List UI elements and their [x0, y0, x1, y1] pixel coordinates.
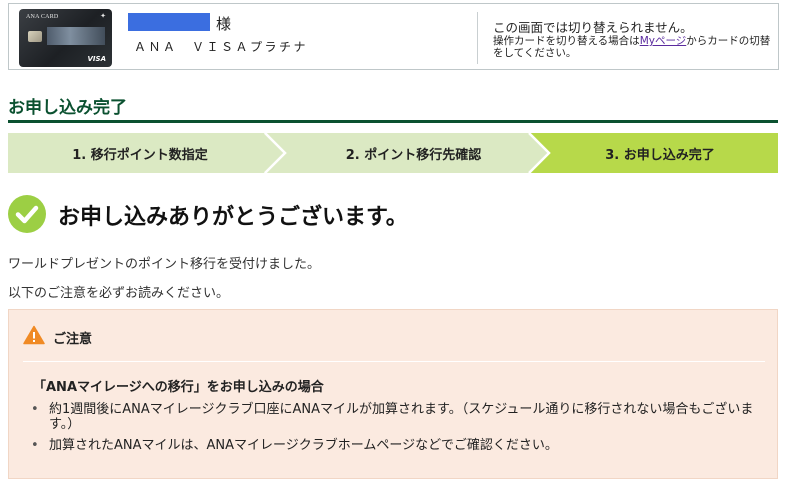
- card-network-logo: VISA: [87, 55, 106, 63]
- step-2: 2. ポイント移行先確認: [266, 133, 549, 173]
- cardholder-honorific: 様: [216, 15, 232, 33]
- card-switch-instructions: 操作カードを切り替える場合はMyページからカードの切替をしてください。: [493, 35, 778, 59]
- card-brand-text: ANA CARD: [26, 14, 59, 20]
- caution-title: ご注意: [53, 332, 93, 347]
- list-item: 約1週間後にANAマイレージクラブ口座にANAマイルが加算されます。（スケジュー…: [23, 402, 763, 432]
- credit-card-image: ANA CARD ✦ VISA: [19, 9, 112, 67]
- warning-triangle-icon: [23, 325, 45, 345]
- step-3-current: 3. お申し込み完了: [530, 133, 778, 173]
- title-underline: [8, 120, 778, 123]
- card-chip: [28, 31, 42, 42]
- progress-steps: 1. 移行ポイント数指定 2. ポイント移行先確認 3. お申し込み完了: [8, 133, 778, 173]
- mypage-link[interactable]: Myページ: [640, 35, 687, 47]
- step-2-label: 2. ポイント移行先確認: [345, 147, 482, 163]
- completion-message: ワールドプレゼントのポイント移行を受付けました。: [8, 257, 321, 272]
- caution-box: ご注意 「ANAマイレージへの移行」をお申し込みの場合 約1週間後にANAマイレ…: [8, 309, 778, 479]
- page-title: お申し込み完了: [8, 98, 127, 118]
- cardholder-name-redacted: [128, 13, 210, 31]
- caution-divider: [23, 361, 765, 362]
- panel-divider: [477, 12, 478, 64]
- completion-heading: お申し込みありがとうございます。: [58, 205, 408, 230]
- card-info-panel: ANA CARD ✦ VISA 様 ＡＮＡ ＶＩＳＡプラチナ この画面では切り替…: [8, 3, 779, 70]
- read-notice-message: 以下のご注意を必ずお読みください。: [8, 286, 230, 301]
- step-separator-chevron: [264, 133, 287, 173]
- card-hologram: [47, 27, 105, 45]
- step-3-label: 3. お申し込み完了: [605, 147, 715, 163]
- check-circle-icon: [8, 195, 46, 233]
- list-item: 加算されたANAマイルは、ANAマイレージクラブホームページなどでご確認ください…: [23, 438, 763, 453]
- card-product-name: ＡＮＡ ＶＩＳＡプラチナ: [134, 40, 309, 54]
- step-separator-chevron: [528, 133, 551, 173]
- step-1-label: 1. 移行ポイント数指定: [72, 147, 208, 163]
- case-title: 「ANAマイレージへの移行」をお申し込みの場合: [33, 380, 324, 395]
- card-switch-text-before: 操作カードを切り替える場合は: [493, 35, 640, 47]
- step-1: 1. 移行ポイント数指定: [8, 133, 284, 173]
- caution-list: 約1週間後にANAマイレージクラブ口座にANAマイルが加算されます。（スケジュー…: [23, 402, 763, 459]
- card-switch-notice: この画面では切り替えられません。: [493, 20, 693, 35]
- card-star-icon: ✦: [100, 12, 106, 20]
